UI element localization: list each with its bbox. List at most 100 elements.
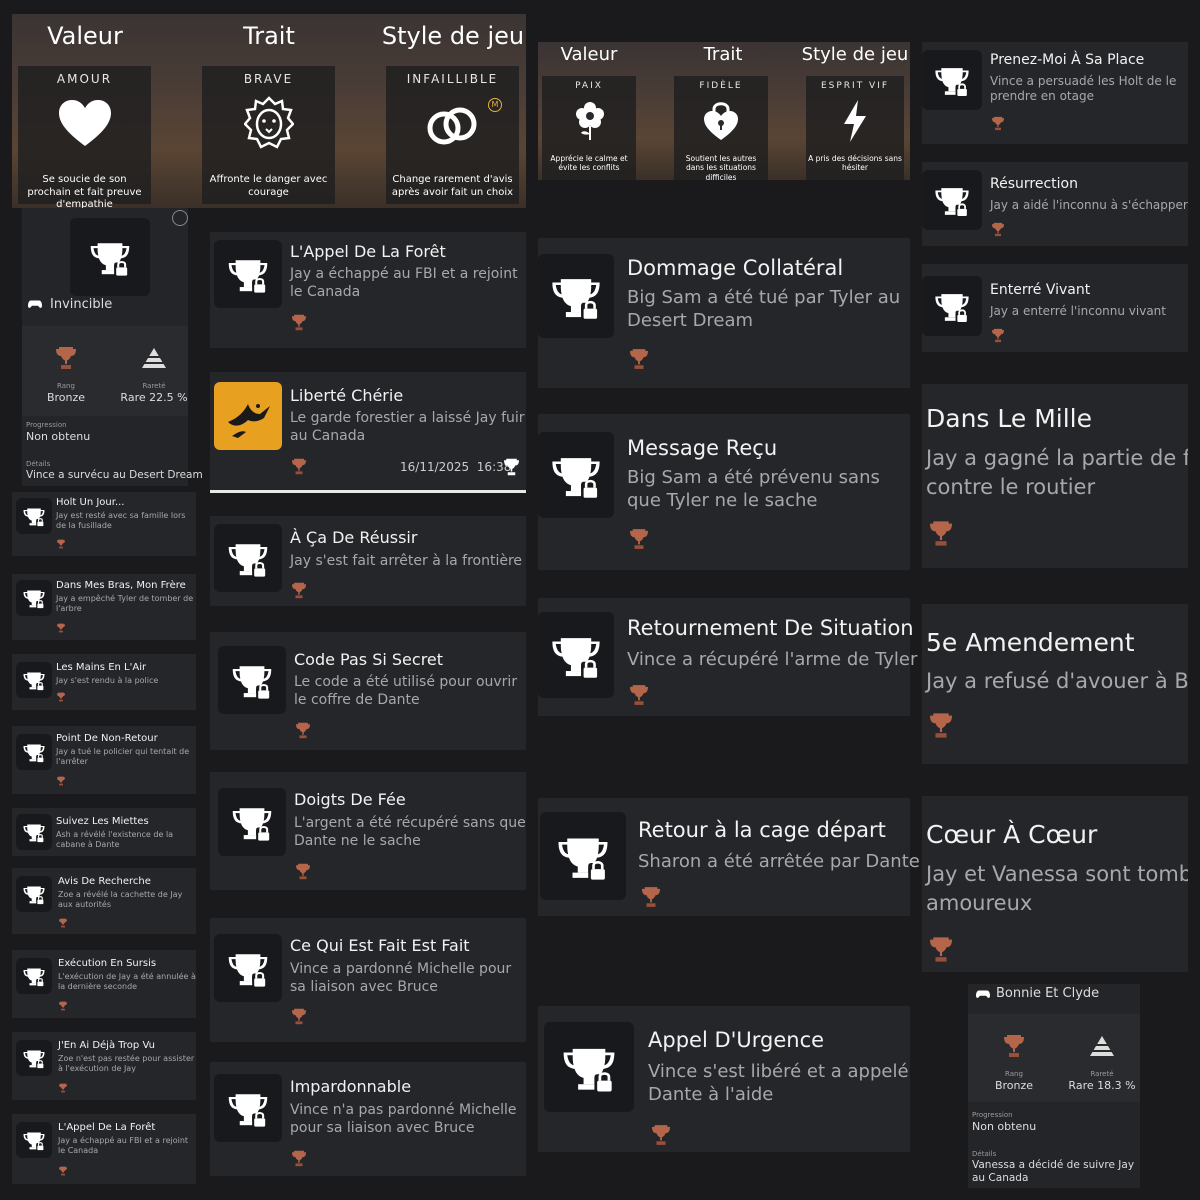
trophy-card[interactable]: Exécution En Sursis L'exécution de Jay a… xyxy=(12,950,196,1018)
trophy-card[interactable]: J'En Ai Déjà Trop Vu Zoe n'est pas resté… xyxy=(12,1032,196,1100)
trophy-title: Message Reçu xyxy=(627,436,778,460)
rarity-value: Rare 18.3 % xyxy=(1068,1079,1136,1092)
locked-trophy-icon xyxy=(560,1038,618,1096)
trophy-card[interactable]: Ce Qui Est Fait Est Fait Vince a pardonn… xyxy=(210,918,526,1042)
trait-name: BRAVE xyxy=(243,72,294,86)
rarity-pyramid-icon xyxy=(1090,1036,1114,1056)
progress-value: Non obtenu xyxy=(26,430,91,443)
trait-desc: Affronte le danger avec courage xyxy=(209,174,328,198)
bronze-trophy-icon xyxy=(1004,1034,1024,1058)
selection-divider xyxy=(210,490,526,493)
trophy-icon xyxy=(214,934,282,1002)
trophy-title: À Ça De Réussir xyxy=(290,528,418,547)
trophy-card[interactable]: Dommage Collatéral Big Sam a été tué par… xyxy=(538,238,910,388)
trophy-card[interactable]: Point De Non-Retour Jay a tué le policie… xyxy=(12,726,196,794)
trophy-desc: Sharon a été arrêtée par Dante xyxy=(638,851,920,872)
progress-value: Non obtenu xyxy=(972,1120,1037,1133)
trophy-card[interactable]: 5e Amendement Jay a refusé d'avouer à B xyxy=(922,604,1188,764)
bronze-trophy-icon xyxy=(292,458,306,475)
details-label: Détails xyxy=(26,460,51,468)
rank-label: Rang xyxy=(1005,1070,1023,1078)
trophy-icon xyxy=(16,734,52,770)
trophy-card[interactable]: Prenez-Moi À Sa Place Vince a persuadé l… xyxy=(922,42,1188,144)
trophy-desc: Jay est resté avec sa famille lors de la… xyxy=(56,511,186,531)
mastery-badge: M xyxy=(488,98,502,112)
bronze-trophy-icon xyxy=(59,1001,67,1011)
bronze-trophy-icon xyxy=(630,684,648,706)
close-icon[interactable] xyxy=(172,210,188,226)
trophy-card[interactable]: L'Appel De La Forêt Jay a échappé au FBI… xyxy=(12,1114,196,1184)
trophy-card[interactable]: Enterré Vivant Jay a enterré l'inconnu v… xyxy=(922,264,1188,352)
trophy-title: Doigts De Fée xyxy=(294,790,406,809)
trophy-desc: Le garde forestier a laissé Jay fuir au … xyxy=(290,410,525,444)
trait-name: ESPRIT VIF xyxy=(820,81,890,91)
heart-icon xyxy=(59,100,111,146)
trophy-title: Résurrection xyxy=(990,176,1078,192)
trophy-icon xyxy=(922,170,982,230)
locked-trophy-icon xyxy=(22,882,46,906)
trophy-card[interactable]: Suivez Les Miettes Ash a révélé l'existe… xyxy=(12,808,196,856)
trophy-card[interactable]: Dans Mes Bras, Mon Frère Jay a empêché T… xyxy=(12,574,196,640)
trophy-icon xyxy=(538,612,614,698)
bronze-trophy-icon xyxy=(292,1150,306,1167)
trophy-icon xyxy=(544,1022,634,1112)
lion-icon xyxy=(244,96,294,149)
locked-trophy-icon xyxy=(22,964,46,988)
locked-trophy-icon xyxy=(22,820,46,844)
trophy-card[interactable]: L'Appel De La Forêt Jay a échappé au FBI… xyxy=(210,232,526,348)
trophy-icon xyxy=(16,498,52,534)
trait-box-paix: PAIX Apprécie le calme et évite les conf… xyxy=(542,76,636,180)
bronze-trophy-icon xyxy=(930,520,952,547)
trophy-card[interactable]: Résurrection Jay a aidé l'inconnu à s'éc… xyxy=(922,162,1188,246)
trophy-desc: Jay a enterré l'inconnu vivant xyxy=(990,304,1166,318)
rarity-pyramid-icon xyxy=(142,348,166,368)
trophy-title: Ce Qui Est Fait Est Fait xyxy=(290,936,470,955)
trophy-card[interactable]: Cœur À Cœur Jay et Vanessa sont tomb amo… xyxy=(922,796,1188,972)
locked-trophy-icon xyxy=(226,252,270,296)
bronze-trophy-icon xyxy=(57,776,65,786)
trophy-icon xyxy=(16,1040,52,1076)
trophy-desc: Jay a refusé d'avouer à B xyxy=(926,669,1188,693)
controller-icon xyxy=(976,989,990,999)
progress-label: Progression xyxy=(26,421,67,429)
header-col-style: Style de jeu xyxy=(381,22,525,50)
trophy-card[interactable]: Holt Un Jour... Jay est resté avec sa fa… xyxy=(12,492,196,556)
trophy-card[interactable]: Doigts De Fée L'argent a été récupéré sa… xyxy=(210,772,526,890)
rank-value: Bronze xyxy=(994,1079,1034,1092)
trophy-desc: Vince a récupéré l'arme de Tyler xyxy=(627,649,918,670)
header-col-trait: Trait xyxy=(243,22,295,50)
bronze-trophy-icon xyxy=(292,314,306,331)
trophy-card[interactable]: Message Reçu Big Sam a été prévenu sans … xyxy=(538,414,910,570)
trophy-card[interactable]: Retour à la cage départ Sharon a été arr… xyxy=(538,798,920,916)
details-value: Vanessa a décidé de suivre Jay au Canada xyxy=(972,1159,1135,1185)
trophy-card[interactable]: Avis De Recherche Zoe a révélé la cachet… xyxy=(12,868,196,934)
trophy-card[interactable]: Retournement De Situation Vince a récupé… xyxy=(538,598,918,716)
trophy-title: Holt Un Jour... xyxy=(56,497,125,508)
bronze-trophy-icon xyxy=(992,116,1004,131)
trophy-card[interactable]: Appel D'Urgence Vince s'est libéré et a … xyxy=(538,1006,910,1152)
trophy-card[interactable]: Les Mains En L'Air Jay s'est rendu à la … xyxy=(12,654,196,710)
trait-desc: Apprécie le calme et évite les conflits xyxy=(550,154,628,173)
trophy-icon xyxy=(540,812,626,900)
trophy-desc: Jay a échappé au FBI et a rejoint le Can… xyxy=(58,1136,189,1156)
trophy-card[interactable]: Dans Le Mille Jay a gagné la partie de f… xyxy=(922,384,1188,568)
trophy-desc: Vince s'est libéré et a appelé Dante à l… xyxy=(648,1061,909,1106)
locked-trophy-icon xyxy=(549,628,603,682)
trophy-card[interactable]: Impardonnable Vince n'a pas pardonné Mic… xyxy=(210,1062,526,1176)
trophy-detail-panel: Invincible Rang Bronze Rareté Rare 22.5 … xyxy=(22,208,203,486)
trophy-detail-panel: Bonnie Et Clyde Rang Bronze Rareté Rare … xyxy=(968,984,1140,1188)
trophy-card[interactable]: Code Pas Si Secret Le code a été utilisé… xyxy=(210,632,526,750)
locked-trophy-icon xyxy=(88,235,132,279)
trophy-card[interactable]: Liberté Chérie Le garde forestier a lais… xyxy=(210,372,526,490)
locked-trophy-icon xyxy=(22,504,46,528)
trophy-desc: Jay a gagné la partie de f contre le rou… xyxy=(926,446,1188,500)
trophy-desc: Ash a révélé l'existence de la cabane à … xyxy=(56,830,174,850)
locked-trophy-icon xyxy=(230,658,274,702)
traits-header-left: Valeur Trait Style de jeu AMOUR Se souci… xyxy=(12,14,526,210)
trophy-card[interactable]: À Ça De Réussir Jay s'est fait arrêter à… xyxy=(210,516,526,606)
trophy-icon xyxy=(16,876,52,912)
bronze-trophy-icon xyxy=(296,863,310,880)
trophy-desc: Jay a empêché Tyler de tomber de l'arbre xyxy=(56,594,194,614)
trophy-title: Liberté Chérie xyxy=(290,386,404,405)
trophy-title: Point De Non-Retour xyxy=(56,733,158,744)
